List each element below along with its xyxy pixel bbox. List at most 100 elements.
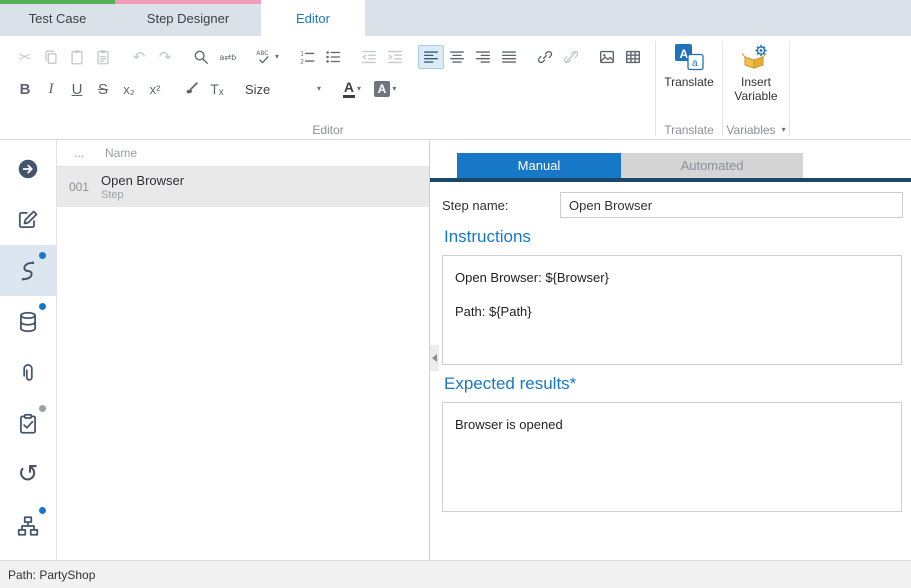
insert-variable-label-line1: Insert (741, 75, 771, 89)
insert-table-button[interactable] (620, 45, 646, 69)
insert-variable-label-line2: Variable (734, 89, 777, 103)
sidebar-item-hierarchy[interactable] (0, 500, 56, 551)
insert-variable-button[interactable]: Insert Variable (726, 36, 786, 104)
tab-step-designer[interactable]: Step Designer (115, 0, 261, 36)
expected-results-textarea[interactable]: Browser is opened (442, 402, 902, 512)
tab-test-case[interactable]: Test Case (0, 0, 115, 36)
outdent-button[interactable] (356, 45, 382, 69)
instruction-line: Open Browser: ${Browser} (455, 270, 889, 285)
bold-icon: B (20, 82, 31, 97)
italic-icon: I (49, 82, 54, 97)
ribbon-separator (655, 41, 656, 136)
clear-formatting-button[interactable]: Tx (204, 77, 230, 101)
align-center-button[interactable] (444, 45, 470, 69)
database-icon (16, 310, 40, 334)
cut-button[interactable]: ✂ (12, 45, 38, 69)
instructions-heading: Instructions (444, 227, 903, 247)
tab-automated[interactable]: Automated (621, 153, 803, 178)
status-dot (39, 507, 46, 514)
undo-button[interactable]: ↶ (126, 45, 152, 69)
font-size-label: Size (245, 82, 270, 97)
font-size-dropdown[interactable]: Size ▾ (240, 77, 326, 101)
app-window: Test Case Step Designer Editor ✂ ↶ ↷ a⇄b (0, 0, 911, 588)
sidebar-item-steps[interactable] (0, 245, 56, 296)
link-button[interactable] (532, 45, 558, 69)
editor-tools: ✂ ↶ ↷ a⇄b ABC▾ 12 (4, 36, 652, 121)
tab-accent-green (0, 0, 115, 4)
align-justify-button[interactable] (496, 45, 522, 69)
instruction-line: Path: ${Path} (455, 304, 889, 319)
translate-button[interactable]: Aa Translate (659, 36, 719, 90)
paste-button[interactable] (64, 45, 90, 69)
insert-image-button[interactable] (594, 45, 620, 69)
step-list-item[interactable]: 001 Open Browser Step (57, 167, 429, 207)
text-color-icon: A (343, 80, 355, 98)
highlight-color-icon: A (374, 81, 391, 97)
tab-manual[interactable]: Manual (457, 153, 621, 178)
image-icon (598, 48, 616, 66)
steps-icon (16, 259, 40, 283)
ribbon-separator (789, 41, 790, 136)
italic-button[interactable]: I (38, 77, 64, 101)
sidebar-item-checklist[interactable] (0, 398, 56, 449)
ribbon-separator (722, 41, 723, 136)
bulleted-list-button[interactable] (320, 45, 346, 69)
go-arrow-icon (16, 157, 40, 181)
search-icon (192, 48, 210, 66)
copy-button[interactable] (38, 45, 64, 69)
text-color-button[interactable]: A▾ (336, 77, 368, 101)
column-header-name[interactable]: Name (101, 146, 137, 160)
tab-accent-pink (115, 0, 261, 4)
sidebar-item-attachments[interactable] (0, 347, 56, 398)
spellcheck-button[interactable]: ABC▾ (250, 45, 284, 69)
ribbon-group-label-editor: Editor (4, 121, 652, 139)
format-painter-button[interactable] (178, 77, 204, 101)
tab-editor[interactable]: Editor (261, 0, 365, 36)
ribbon-group-variables: Insert Variable Variables▾ (726, 36, 786, 139)
decrease-indent-icon (360, 48, 378, 66)
expected-result-line: Browser is opened (455, 417, 889, 432)
paste-text-button[interactable] (90, 45, 116, 69)
instructions-textarea[interactable]: Open Browser: ${Browser} Path: ${Path} (442, 255, 902, 365)
ribbon-group-label-variables[interactable]: Variables▾ (726, 121, 786, 139)
step-title: Open Browser (101, 173, 184, 188)
sidebar-item-history[interactable]: ↺ (0, 449, 56, 500)
spellcheck-icon: ABC (255, 48, 273, 66)
tab-editor-label: Editor (296, 11, 330, 26)
align-right-button[interactable] (470, 45, 496, 69)
cut-icon: ✂ (19, 50, 32, 65)
sidebar-item-data[interactable] (0, 296, 56, 347)
find-button[interactable] (188, 45, 214, 69)
insert-variable-icon (741, 42, 771, 72)
detail-tabs: Manual Automated (457, 153, 911, 178)
status-path-text: Path: PartyShop (8, 568, 95, 582)
replace-button[interactable]: a⇄b (214, 45, 240, 69)
ribbon-toolbar: ✂ ↶ ↷ a⇄b ABC▾ 12 (0, 36, 911, 140)
align-left-button[interactable] (418, 45, 444, 69)
svg-text:a: a (692, 58, 698, 69)
subscript-button[interactable]: x₂ (116, 77, 142, 101)
sidebar-item-edit[interactable] (0, 194, 56, 245)
step-name-input[interactable] (560, 192, 903, 218)
numbered-list-button[interactable]: 12 (294, 45, 320, 69)
sidebar-item-go[interactable] (0, 143, 56, 194)
variables-group-content: Insert Variable (726, 36, 786, 121)
highlight-color-button[interactable]: A▾ (368, 77, 402, 101)
superscript-icon: x² (150, 82, 161, 97)
align-justify-icon (500, 48, 518, 66)
strikethrough-button[interactable]: S (90, 77, 116, 101)
svg-text:2: 2 (300, 59, 304, 65)
column-header-number[interactable]: ... (57, 146, 101, 160)
superscript-button[interactable]: x² (142, 77, 168, 101)
unlink-button[interactable] (558, 45, 584, 69)
variables-group-label-text: Variables (726, 123, 775, 137)
indent-button[interactable] (382, 45, 408, 69)
collapse-panel-handle[interactable] (430, 345, 439, 371)
chevron-down-icon: ▾ (357, 85, 361, 93)
underline-button[interactable]: U (64, 77, 90, 101)
clear-formatting-icon: T (210, 81, 219, 97)
undo-icon: ↶ (133, 50, 146, 65)
bold-button[interactable]: B (12, 77, 38, 101)
step-row-main: Open Browser Step (101, 173, 184, 201)
redo-button[interactable]: ↷ (152, 45, 178, 69)
